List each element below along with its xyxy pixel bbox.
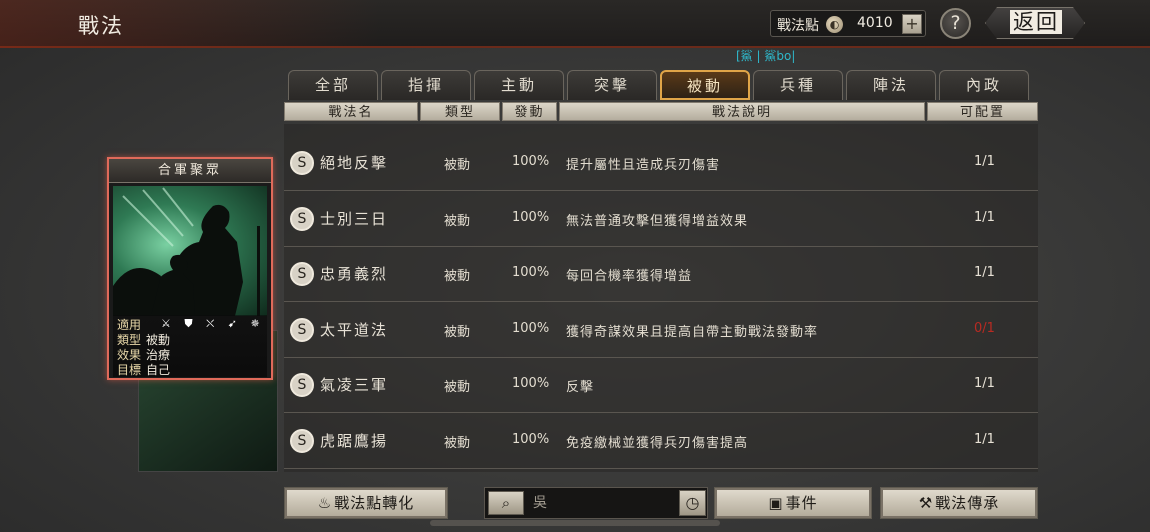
convert-label: 戰法點轉化 <box>334 494 415 512</box>
tactic-type: 被動 <box>444 158 471 173</box>
tactic-name: 氣凌三軍 <box>320 376 389 394</box>
tab-active[interactable]: 主動 <box>474 70 564 100</box>
search-icon[interactable]: ⌕ <box>488 491 524 515</box>
tactic-rate: 100% <box>512 432 550 447</box>
grade-badge: S <box>290 429 314 453</box>
card-target-line: 目標 自己 <box>117 361 170 378</box>
grade-badge: S <box>290 262 314 286</box>
tactic-slots: 1/1 <box>974 376 995 391</box>
grade-badge: S <box>290 151 314 175</box>
tab-troop[interactable]: 兵種 <box>753 70 843 100</box>
tactic-desc: 無法普通攻擊但獲得增益效果 <box>566 214 749 229</box>
tactic-points-box: 戰法點 ◐ 4010 + <box>770 10 926 37</box>
effect-label: 效果 <box>117 348 142 362</box>
tactic-rate: 100% <box>512 265 550 280</box>
table-row[interactable]: S 太平道法 被動 100% 獲得奇謀效果且提高自帶主動戰法發動率 0/1 <box>284 303 1038 358</box>
tab-assault[interactable]: 突擊 <box>567 70 657 100</box>
search-bar: ⌕ ◷ <box>484 487 708 519</box>
column-header-name[interactable]: 戰法名 <box>284 102 418 121</box>
table-row[interactable]: S 絕地反擊 被動 100% 提升屬性且造成兵刃傷害 1/1 <box>284 136 1038 191</box>
tactic-rate: 100% <box>512 210 550 225</box>
effect-value: 治療 <box>146 348 171 362</box>
coin-icon: ◐ <box>826 16 843 33</box>
tactic-type: 被動 <box>444 380 471 395</box>
events-button[interactable]: ▣ 事件 <box>714 487 872 519</box>
card-title: 合軍聚眾 <box>109 159 271 183</box>
table-row[interactable]: S 士別三日 被動 100% 無法普通攻擊但獲得增益效果 1/1 <box>284 192 1038 247</box>
tactic-type: 被動 <box>444 325 471 340</box>
tactic-rate: 100% <box>512 154 550 169</box>
table-row[interactable]: S 虎踞鷹揚 被動 100% 免疫繳械並獲得兵刃傷害提高 1/1 <box>284 414 1038 469</box>
tactic-slots: 0/1 <box>974 321 995 336</box>
grade-badge: S <box>290 318 314 342</box>
tactic-desc: 免疫繳械並獲得兵刃傷害提高 <box>566 436 749 451</box>
warrior-silhouette-icon <box>113 187 260 316</box>
flame-icon: ♨ <box>317 494 333 512</box>
unit-type-icons: ⚔ ⛊ ⛌ ➹ ✵ <box>161 317 265 330</box>
points-value: 4010 <box>857 15 893 31</box>
tactic-rate: 100% <box>512 321 550 336</box>
convert-points-button[interactable]: ♨ 戰法點轉化 <box>284 487 448 519</box>
top-bar <box>0 0 1150 48</box>
scroll-icon: ▣ <box>768 494 784 512</box>
tactic-slots: 1/1 <box>974 154 995 169</box>
clock-icon[interactable]: ◷ <box>679 490 706 516</box>
column-header-trigger[interactable]: 發動 <box>502 102 557 121</box>
inherit-tactic-button[interactable]: ⚒ 戰法傳承 <box>880 487 1038 519</box>
tactic-desc: 提升屬性且造成兵刃傷害 <box>566 158 721 173</box>
card-info: 適用 ⚔ ⛊ ⛌ ➹ ✵ 類型 被動 效果 治療 目標 自己 <box>113 315 267 377</box>
tactic-type: 被動 <box>444 269 471 284</box>
tactic-card[interactable]: 合軍聚眾 適用 ⚔ ⛊ ⛌ ➹ ✵ 類型 被動 效果 治療 目標 自己 <box>107 157 273 380</box>
tactic-desc: 每回合機率獲得增益 <box>566 269 693 284</box>
back-label[interactable]: 返回 <box>1010 10 1062 34</box>
tab-formation[interactable]: 陣法 <box>846 70 936 100</box>
hammer-icon: ⚒ <box>918 494 934 512</box>
tactic-name: 虎踞鷹揚 <box>320 432 389 450</box>
help-button[interactable]: ? <box>940 8 971 39</box>
grade-badge: S <box>290 207 314 231</box>
tab-internal[interactable]: 內政 <box>939 70 1029 100</box>
points-label: 戰法點 <box>777 18 819 34</box>
tactic-slots: 1/1 <box>974 265 995 280</box>
tactic-name: 太平道法 <box>320 321 389 339</box>
bottom-scroll-handle[interactable] <box>430 520 720 526</box>
tactic-list[interactable]: S 絕地反擊 被動 100% 提升屬性且造成兵刃傷害 1/1 S 士別三日 被動… <box>284 124 1038 472</box>
tab-all[interactable]: 全部 <box>288 70 378 100</box>
add-points-button[interactable]: + <box>902 14 922 34</box>
tactic-desc: 反擊 <box>566 380 595 395</box>
category-tabs: 全部 指揮 主動 突擊 被動 兵種 陣法 內政 <box>288 70 1038 100</box>
table-row[interactable]: S 忠勇義烈 被動 100% 每回合機率獲得增益 1/1 <box>284 247 1038 302</box>
search-input[interactable] <box>533 494 673 510</box>
card-artwork <box>113 186 267 316</box>
tactic-rate: 100% <box>512 376 550 391</box>
tactic-name: 忠勇義烈 <box>320 265 389 283</box>
tactic-type: 被動 <box>444 214 471 229</box>
chat-ticker: [鯊 | 鯊bo| <box>736 49 796 63</box>
tactic-slots: 1/1 <box>974 432 995 447</box>
tab-command[interactable]: 指揮 <box>381 70 471 100</box>
events-label: 事件 <box>785 494 818 512</box>
table-row[interactable]: S 氣凌三軍 被動 100% 反擊 1/1 <box>284 358 1038 413</box>
column-header-slots[interactable]: 可配置 <box>927 102 1038 121</box>
inherit-label: 戰法傳承 <box>935 494 1000 512</box>
tactic-name: 士別三日 <box>320 210 389 228</box>
target-label: 目標 <box>117 363 142 377</box>
target-value: 自己 <box>146 363 171 377</box>
type-label: 類型 <box>117 333 142 347</box>
grade-badge: S <box>290 373 314 397</box>
tab-passive[interactable]: 被動 <box>660 70 750 100</box>
tactic-name: 絕地反擊 <box>320 154 389 172</box>
page-title: 戰法 <box>78 14 124 38</box>
tactic-type: 被動 <box>444 436 471 451</box>
applies-label: 適用 <box>117 318 142 332</box>
tactic-slots: 1/1 <box>974 210 995 225</box>
column-header-desc[interactable]: 戰法說明 <box>559 102 925 121</box>
tactic-desc: 獲得奇謀效果且提高自帶主動戰法發動率 <box>566 325 819 340</box>
column-header-type[interactable]: 類型 <box>420 102 500 121</box>
type-value: 被動 <box>146 333 171 347</box>
